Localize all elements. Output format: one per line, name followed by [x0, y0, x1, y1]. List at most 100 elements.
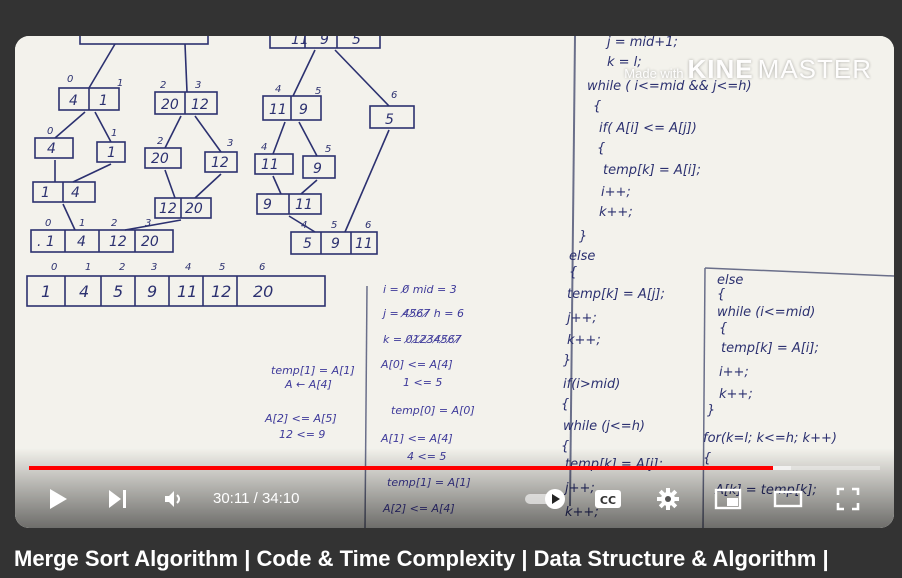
svg-text:1: 1: [117, 78, 123, 89]
svg-text:while (j<=h): while (j<=h): [563, 419, 645, 434]
volume-button[interactable]: [159, 484, 189, 514]
next-button[interactable]: [103, 484, 133, 514]
fullscreen-button[interactable]: [833, 484, 863, 514]
svg-text:k++;: k++;: [567, 333, 601, 348]
svg-text:i++;: i++;: [601, 185, 631, 200]
svg-text:temp[k] = A[i];: temp[k] = A[i];: [603, 163, 701, 178]
svg-text:}: }: [579, 229, 587, 244]
svg-text:A ← A[4]: A ← A[4]: [284, 378, 332, 391]
svg-text:9: 9: [299, 102, 308, 118]
svg-text:1: 1: [85, 262, 91, 273]
svg-text:0: 0: [47, 126, 53, 137]
svg-text:6: 6: [365, 220, 371, 231]
autoplay-toggle[interactable]: [523, 484, 569, 514]
svg-text:4: 4: [185, 262, 191, 273]
svg-text:12: 12: [109, 234, 127, 250]
svg-text:4: 4: [301, 220, 307, 231]
svg-text:{: {: [569, 265, 577, 280]
time-display: 30:11 / 34:10: [213, 490, 300, 507]
miniplayer-button[interactable]: [713, 484, 743, 514]
svg-text:j = mid+1;: j = mid+1;: [605, 36, 678, 50]
svg-text:k++;: k++;: [719, 387, 753, 402]
watermark-brand-light: MASTER: [757, 54, 872, 84]
svg-text:1: 1: [41, 185, 50, 201]
progress-bar[interactable]: [29, 466, 880, 470]
svg-text:11: 11: [177, 282, 197, 301]
captions-button[interactable]: CC: [593, 484, 623, 514]
miniplayer-icon: [714, 488, 742, 510]
svg-text:3: 3: [145, 218, 151, 229]
svg-text:4: 4: [275, 84, 281, 95]
svg-text:12: 12: [191, 97, 209, 113]
svg-text:{: {: [719, 321, 727, 336]
video-player[interactable]: 11 9 5 41 20 12 11 9 5 01 23 456 01 23 45 01…: [15, 36, 894, 528]
svg-text:0: 0: [51, 262, 57, 273]
svg-text:if( A[i] <= A[j]): if( A[i] <= A[j]): [599, 121, 697, 136]
svg-text:20: 20: [161, 97, 179, 113]
volume-icon: [165, 491, 180, 507]
video-title[interactable]: Merge Sort Algorithm | Code & Time Compl…: [14, 546, 829, 572]
svg-text:20: 20: [253, 282, 273, 301]
play-button[interactable]: [43, 484, 73, 514]
svg-text:20: 20: [141, 234, 159, 250]
kinemaster-watermark: Made with KINE MASTER: [624, 54, 872, 85]
current-time: 30:11: [213, 490, 250, 507]
captions-label: CC: [600, 494, 616, 507]
svg-text:11: 11: [355, 236, 373, 252]
svg-text:2: 2: [119, 262, 125, 273]
svg-text:1 <= 5: 1 <= 5: [403, 376, 442, 389]
svg-text:1: 1: [41, 282, 51, 301]
svg-text:12: 12: [211, 155, 229, 171]
svg-text:20: 20: [151, 151, 169, 167]
video-title-bar: Merge Sort Algorithm | Code & Time Compl…: [0, 540, 902, 578]
svg-text:6: 6: [391, 90, 397, 101]
svg-text:9: 9: [331, 236, 340, 252]
theater-icon: [773, 490, 803, 508]
svg-text:11: 11: [261, 157, 279, 173]
svg-text:4: 4: [47, 141, 56, 157]
svg-text:1: 1: [111, 128, 117, 139]
svg-text:A[0] <= A[4]: A[0] <= A[4]: [380, 358, 453, 371]
svg-text:11: 11: [291, 36, 309, 48]
settings-button[interactable]: [653, 484, 683, 514]
svg-text:1: 1: [79, 218, 85, 229]
svg-text:i++;: i++;: [719, 365, 749, 380]
theater-button[interactable]: [773, 484, 803, 514]
svg-text:i = 0̸ mid = 3: i = 0̸ mid = 3: [383, 283, 457, 296]
svg-text:3: 3: [151, 262, 157, 273]
svg-text:}: }: [707, 403, 715, 418]
svg-text:5: 5: [325, 144, 331, 155]
svg-text:9: 9: [147, 282, 157, 301]
svg-text:else: else: [569, 249, 595, 264]
svg-text:{: {: [593, 99, 601, 114]
svg-text:5: 5: [331, 220, 337, 231]
svg-text:5: 5: [303, 236, 312, 252]
svg-text:4: 4: [261, 142, 267, 153]
svg-text:j = 4̸5̸6̸7̸ h = 6: j = 4̸5̸6̸7̸ h = 6: [381, 307, 464, 320]
svg-text:1: 1: [107, 145, 116, 161]
svg-text:9: 9: [320, 36, 329, 48]
svg-text:if(i>mid): if(i>mid): [563, 377, 620, 392]
watermark-brand-bold: KINE: [687, 54, 754, 84]
svg-text:temp[0] = A[0]: temp[0] = A[0]: [391, 404, 475, 417]
svg-text:3: 3: [227, 138, 233, 149]
svg-text:12: 12: [211, 282, 231, 301]
svg-text:3: 3: [195, 80, 201, 91]
svg-text:9: 9: [313, 161, 322, 177]
svg-text:k = 0̸1̸2̸3̸4̸5̸6̸7̸: k = 0̸1̸2̸3̸4̸5̸6̸7̸: [383, 333, 463, 346]
svg-text:2: 2: [111, 218, 117, 229]
svg-text:2: 2: [160, 80, 166, 91]
svg-text:4: 4: [77, 234, 86, 250]
svg-text:5: 5: [219, 262, 225, 273]
svg-text:5: 5: [385, 112, 394, 128]
svg-text:while (i<=mid): while (i<=mid): [717, 305, 815, 320]
watermark-made-with: Made with: [624, 66, 684, 81]
svg-text:2: 2: [157, 136, 163, 147]
svg-text:0: 0: [45, 218, 51, 229]
svg-text:{: {: [717, 287, 725, 302]
svg-text:temp[k] = A[i];: temp[k] = A[i];: [721, 341, 819, 356]
svg-text:5: 5: [315, 86, 321, 97]
svg-text:4: 4: [69, 93, 78, 109]
skip-next-icon: [109, 490, 126, 508]
play-icon: [50, 489, 67, 509]
